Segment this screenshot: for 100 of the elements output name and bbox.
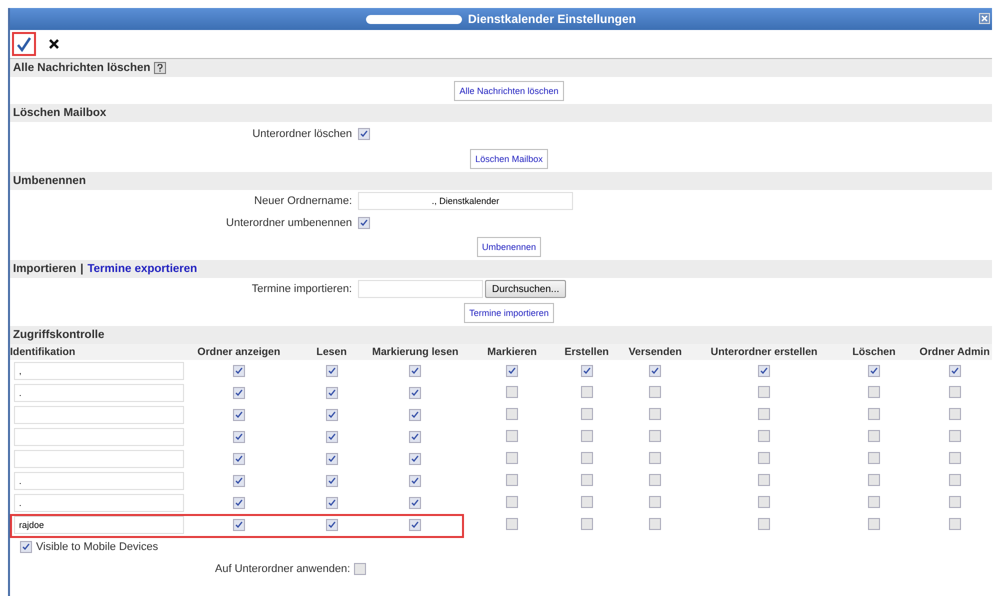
checkbox[interactable] (649, 518, 662, 530)
identity-field[interactable] (14, 450, 184, 468)
checkbox[interactable] (232, 474, 245, 486)
checkbox[interactable] (506, 408, 518, 420)
checkbox[interactable] (948, 518, 961, 530)
checkbox[interactable] (580, 452, 593, 464)
checkbox[interactable] (580, 518, 593, 530)
checkbox[interactable] (758, 364, 770, 376)
checkbox[interactable] (354, 563, 366, 575)
checkbox[interactable] (758, 386, 770, 398)
checkbox[interactable] (758, 408, 770, 420)
checkbox[interactable] (948, 496, 961, 508)
checkbox[interactable] (409, 496, 422, 508)
checkbox[interactable] (409, 452, 422, 464)
checkbox[interactable] (232, 496, 245, 508)
delete-messages-button[interactable]: Alle Nachrichten löschen (454, 80, 564, 100)
checkbox[interactable] (649, 364, 662, 376)
checkbox[interactable] (948, 474, 961, 486)
checkbox[interactable] (948, 386, 961, 398)
checkbox[interactable] (649, 474, 662, 486)
checkbox[interactable] (649, 496, 662, 508)
checkbox[interactable] (948, 408, 961, 420)
checkbox[interactable] (580, 386, 593, 398)
checkbox[interactable] (506, 518, 518, 530)
help-icon[interactable] (154, 62, 166, 74)
checkbox[interactable] (409, 430, 422, 442)
checkbox[interactable] (506, 386, 518, 398)
checkbox[interactable] (868, 430, 880, 442)
checkbox[interactable] (358, 216, 370, 228)
checkbox[interactable] (758, 474, 770, 486)
checkbox[interactable] (326, 408, 338, 420)
identity-field[interactable] (14, 406, 184, 424)
checkbox[interactable] (232, 452, 245, 464)
export-link[interactable]: Termine exportieren (87, 263, 198, 275)
rename-button[interactable]: Umbenennen (476, 237, 542, 257)
close-button[interactable] (979, 13, 990, 24)
identity-field[interactable]: rajdoe (14, 516, 184, 534)
checkbox[interactable] (506, 452, 518, 464)
section-title: Alle Nachrichten löschen (13, 62, 150, 74)
checkbox[interactable] (948, 452, 961, 464)
checkbox[interactable] (326, 364, 338, 376)
checkbox[interactable] (326, 430, 338, 442)
identity-field[interactable]: , (14, 362, 184, 380)
checkbox[interactable] (580, 408, 593, 420)
checkbox[interactable] (868, 386, 880, 398)
checkbox[interactable] (580, 430, 593, 442)
checkbox[interactable] (758, 452, 770, 464)
checkbox[interactable] (580, 474, 593, 486)
field-label: Unterordner löschen (251, 128, 353, 140)
identity-field[interactable]: . (14, 384, 184, 402)
checkbox[interactable] (232, 518, 245, 530)
checkbox[interactable] (409, 474, 422, 486)
folder-name-field[interactable]: ., Dienstkalender (358, 192, 573, 210)
checkbox[interactable] (506, 496, 518, 508)
checkbox[interactable] (868, 408, 880, 420)
checkbox[interactable] (326, 518, 338, 530)
checkbox[interactable] (868, 364, 880, 376)
window-title: Dienstkalender Einstellungen (468, 12, 636, 26)
checkbox[interactable] (649, 386, 662, 398)
checkbox[interactable] (232, 408, 245, 420)
checkbox[interactable] (409, 386, 422, 398)
file-field[interactable] (358, 280, 483, 298)
checkbox[interactable] (232, 364, 245, 376)
checkbox[interactable] (649, 408, 662, 420)
checkbox[interactable] (326, 452, 338, 464)
import-button[interactable]: Termine importieren (464, 303, 554, 323)
checkbox[interactable] (580, 364, 593, 376)
checkbox[interactable] (409, 364, 422, 376)
browse-button[interactable]: Durchsuchen... (485, 280, 566, 298)
checkbox[interactable] (358, 128, 370, 140)
checkbox[interactable] (20, 541, 32, 553)
checkbox[interactable] (868, 496, 880, 508)
checkmark-icon (16, 36, 32, 52)
checkbox[interactable] (649, 430, 662, 442)
checkbox[interactable] (948, 364, 961, 376)
checkbox[interactable] (758, 430, 770, 442)
checkbox[interactable] (232, 430, 245, 442)
checkbox[interactable] (868, 452, 880, 464)
checkbox[interactable] (506, 474, 518, 486)
delete-mailbox-button[interactable]: Löschen Mailbox (470, 149, 548, 169)
identity-field[interactable] (14, 428, 184, 446)
checkbox[interactable] (326, 474, 338, 486)
checkbox[interactable] (409, 518, 422, 530)
identity-field[interactable]: . (14, 494, 184, 512)
identity-field[interactable]: . (14, 472, 184, 490)
checkbox[interactable] (758, 496, 770, 508)
checkbox[interactable] (868, 474, 880, 486)
checkbox[interactable] (948, 430, 961, 442)
checkbox[interactable] (326, 386, 338, 398)
checkbox[interactable] (409, 408, 422, 420)
checkbox[interactable] (506, 364, 518, 376)
checkbox[interactable] (232, 386, 245, 398)
field-label: Unterordner umbenennen (225, 217, 353, 229)
checkbox[interactable] (868, 518, 880, 530)
checkbox[interactable] (326, 496, 338, 508)
checkbox[interactable] (506, 430, 518, 442)
checkbox[interactable] (649, 452, 662, 464)
checkbox[interactable] (758, 518, 770, 530)
checkbox[interactable] (580, 496, 593, 508)
save-button[interactable] (12, 32, 36, 56)
